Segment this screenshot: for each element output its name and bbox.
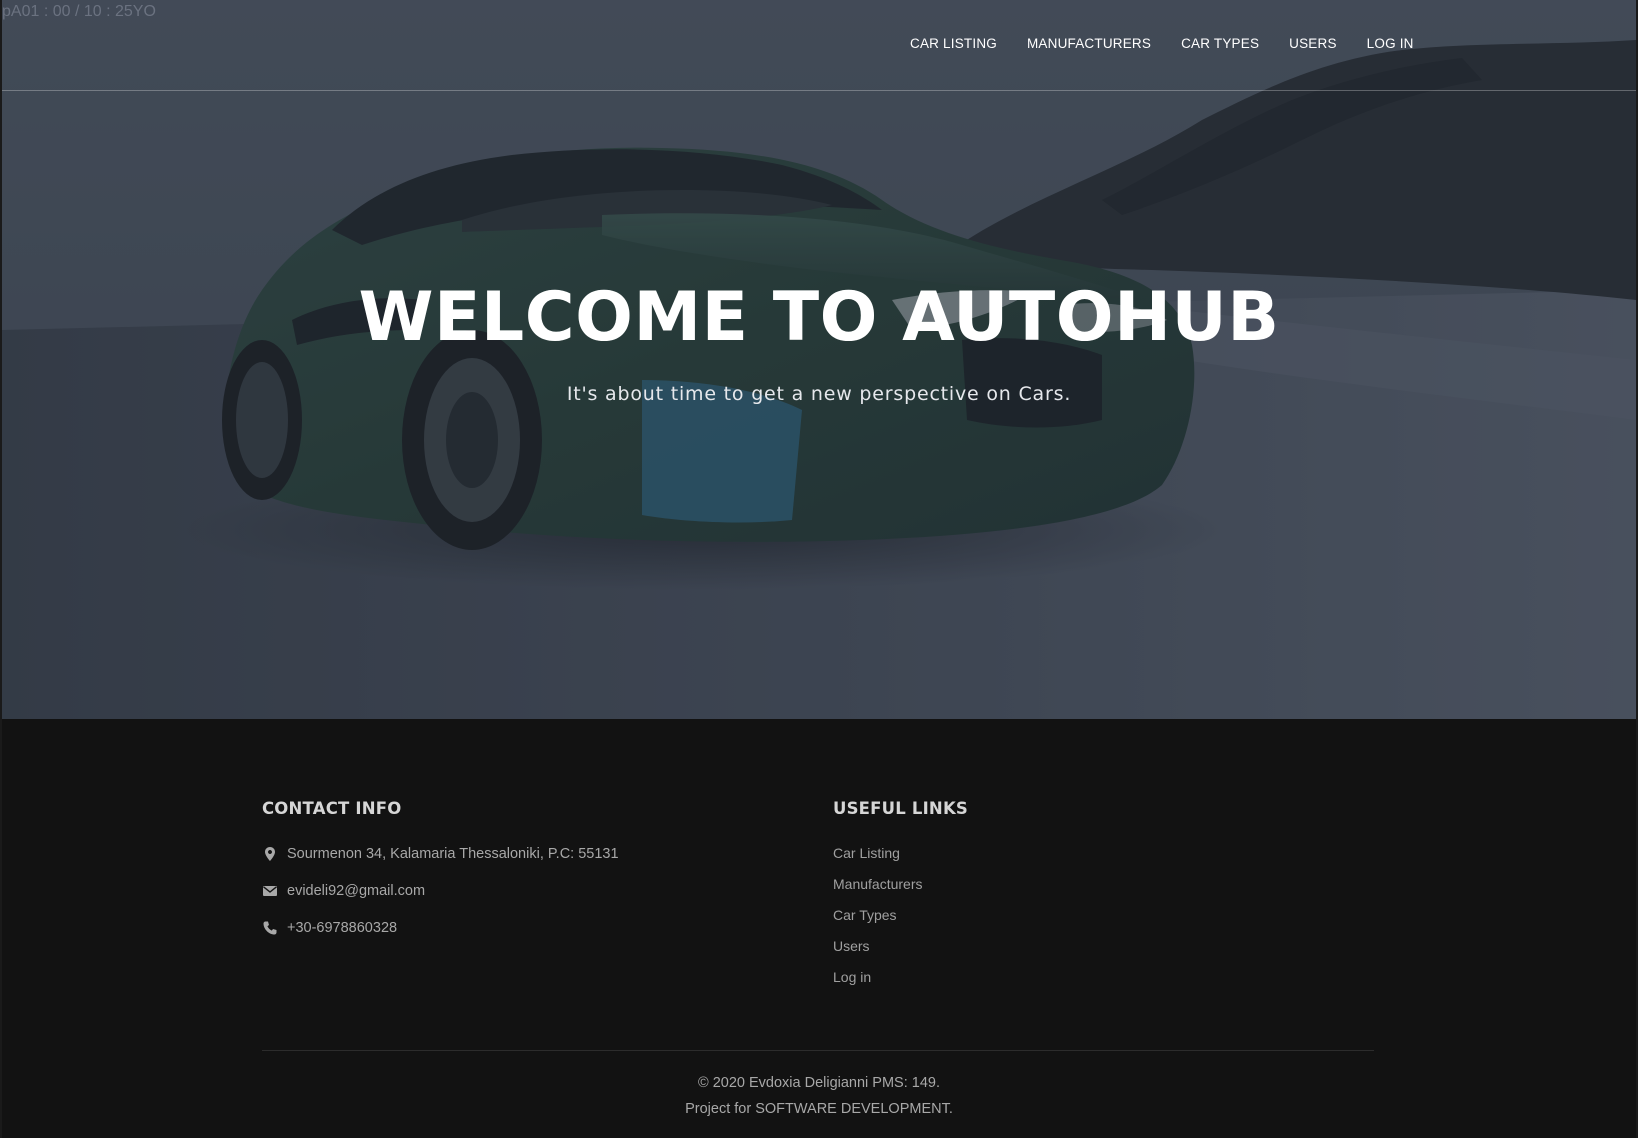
project-credit-text: Project for SOFTWARE DEVELOPMENT.: [685, 1101, 953, 1117]
contact-address: Sourmenon 34, Kalamaria Thessaloniki, P.…: [287, 846, 619, 862]
map-marker-icon: [265, 847, 275, 861]
footer-link-car-listing[interactable]: Car Listing: [833, 845, 900, 861]
envelope-icon: [263, 886, 277, 896]
footer-link-car-types[interactable]: Car Types: [833, 907, 897, 923]
nav-link-log-in[interactable]: LOG IN: [1367, 36, 1414, 51]
footer-divider: [262, 1050, 1374, 1051]
contact-email: evideli92@gmail.com: [287, 883, 426, 899]
phone-icon: [263, 921, 277, 935]
contact-address-row: Sourmenon 34, Kalamaria Thessaloniki, P.…: [262, 846, 619, 862]
contact-phone: +30-6978860328: [287, 920, 398, 936]
nav-link-users[interactable]: USERS: [1289, 36, 1337, 51]
nav-link-manufacturers[interactable]: MANUFACTURERS: [1027, 36, 1151, 51]
footer-link-log-in[interactable]: Log in: [833, 969, 871, 985]
hero-section: CAR LISTING MANUFACTURERS CAR TYPES USER…: [2, 0, 1636, 719]
copyright-text: © 2020 Evdoxia Deligianni PMS: 149.: [697, 1075, 941, 1091]
hero-dark-overlay: [2, 0, 1636, 719]
useful-links-heading: USEFUL LINKS: [833, 799, 969, 818]
footer-link-manufacturers[interactable]: Manufacturers: [833, 876, 922, 892]
top-navbar: CAR LISTING MANUFACTURERS CAR TYPES USER…: [2, 0, 1636, 91]
main-nav: CAR LISTING MANUFACTURERS CAR TYPES USER…: [910, 36, 1414, 51]
hero-subtitle: It's about time to get a new perspective…: [566, 383, 1072, 405]
nav-link-car-listing[interactable]: CAR LISTING: [910, 36, 997, 51]
contact-info-heading: CONTACT INFO: [262, 799, 402, 818]
debug-overlay-text: pA01 : 00 / 10 : 25YO: [2, 3, 156, 20]
footer-link-users[interactable]: Users: [833, 938, 870, 954]
nav-link-car-types[interactable]: CAR TYPES: [1181, 36, 1259, 51]
hero-title: WELCOME TO AUTOHUB: [358, 278, 1280, 357]
page: CAR LISTING MANUFACTURERS CAR TYPES USER…: [0, 0, 1638, 1138]
contact-phone-row: +30-6978860328: [262, 920, 397, 936]
site-footer: CONTACT INFO Sourmenon 34, Kalamaria The…: [2, 719, 1636, 1138]
contact-email-row: evideli92@gmail.com: [262, 883, 425, 899]
